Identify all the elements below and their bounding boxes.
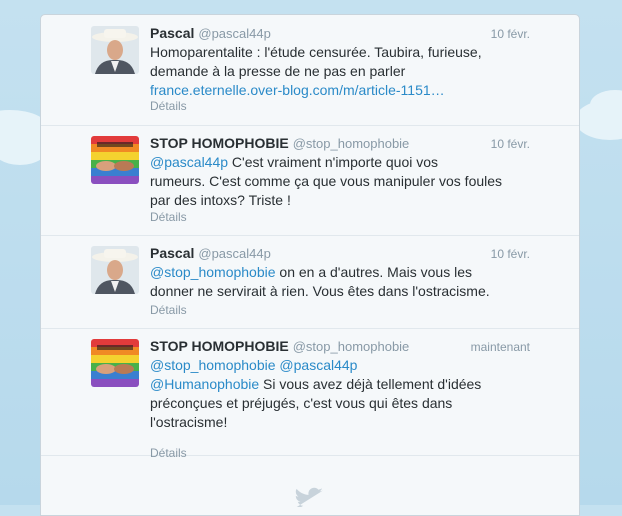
author-handle[interactable]: @stop_homophobie xyxy=(293,136,410,151)
author-handle[interactable]: @pascal44p xyxy=(198,26,270,41)
tweet-item[interactable]: Pascal @pascal44p 10 févr. @stop_homophob… xyxy=(41,235,579,329)
tweet-timestamp[interactable]: 10 févr. xyxy=(491,27,530,41)
tweet-text-line: C'est vraiment n'importe quoi vos xyxy=(228,154,439,170)
author-name[interactable]: STOP HOMOPHOBIE xyxy=(150,338,289,354)
tweet-text-line: donner ne servirait à rien. Vous êtes da… xyxy=(150,283,490,299)
details-link[interactable]: Détails xyxy=(150,303,187,317)
mention-link[interactable]: @stop_homophobie xyxy=(150,264,276,280)
author-handle[interactable]: @pascal44p xyxy=(198,246,270,261)
tweet-link[interactable]: france.eternelle.over-blog.com/m/article… xyxy=(150,82,445,98)
tweet-text-line: Homoparentalite : l'étude censurée. Taub… xyxy=(150,44,482,60)
avatar[interactable] xyxy=(91,136,139,184)
tweet-text-line: on en a d'autres. Mais vous les xyxy=(275,264,472,280)
tweet-text-line: demande à la presse de ne pas en parler xyxy=(150,63,406,79)
avatar[interactable] xyxy=(91,26,139,74)
tweet-header: Pascal @pascal44p xyxy=(150,245,530,263)
tweet-text-line: par des intoxs? Triste ! xyxy=(150,192,291,208)
tweet-header: Pascal @pascal44p xyxy=(150,25,530,43)
tweet-timestamp[interactable]: 10 févr. xyxy=(491,137,530,151)
avatar[interactable] xyxy=(91,339,139,387)
details-link[interactable]: Détails xyxy=(150,446,187,460)
tweet-timestamp[interactable]: maintenant xyxy=(471,340,530,354)
tweet-item[interactable]: STOP HOMOPHOBIE @stop_homophobie maintena… xyxy=(41,328,579,460)
tweet-text: Homoparentalite : l'étude censurée. Taub… xyxy=(150,43,522,100)
conversation-panel: Pascal @pascal44p 10 févr. Homoparentalit… xyxy=(40,14,580,516)
author-name[interactable]: STOP HOMOPHOBIE xyxy=(150,135,289,151)
tweet-text-line: Si vous avez déjà tellement d'idées xyxy=(259,376,482,392)
tweet-item[interactable]: Pascal @pascal44p 10 févr. Homoparentalit… xyxy=(41,15,579,126)
tweet-text-line: préconçues et préjugés, c'est vous qui ê… xyxy=(150,395,453,411)
author-name[interactable]: Pascal xyxy=(150,25,194,41)
tweet-text: @stop_homophobie @pascal44p @Humanophobi… xyxy=(150,356,522,432)
tweet-header: STOP HOMOPHOBIE @stop_homophobie xyxy=(150,135,530,153)
mention-link[interactable]: @pascal44p xyxy=(279,357,357,373)
tweet-timestamp[interactable]: 10 févr. xyxy=(491,247,530,261)
mention-link[interactable]: @stop_homophobie xyxy=(150,357,276,373)
avatar[interactable] xyxy=(91,246,139,294)
author-name[interactable]: Pascal xyxy=(150,245,194,261)
details-link[interactable]: Détails xyxy=(150,99,187,113)
details-link[interactable]: Détails xyxy=(150,210,187,224)
tweet-text-line: l'ostracisme! xyxy=(150,414,228,430)
twitter-bird-icon xyxy=(295,487,323,507)
tweet-item[interactable]: STOP HOMOPHOBIE @stop_homophobie 10 févr.… xyxy=(41,125,579,236)
mention-link[interactable]: @Humanophobie xyxy=(150,376,259,392)
author-handle[interactable]: @stop_homophobie xyxy=(293,339,410,354)
tweet-text: @stop_homophobie on en a d'autres. Mais … xyxy=(150,263,522,301)
tweet-text-line: rumeurs. C'est comme ça que vous manipul… xyxy=(150,173,503,189)
mention-link[interactable]: @pascal44p xyxy=(150,154,228,170)
tweet-text: @pascal44p C'est vraiment n'importe quoi… xyxy=(150,153,522,210)
